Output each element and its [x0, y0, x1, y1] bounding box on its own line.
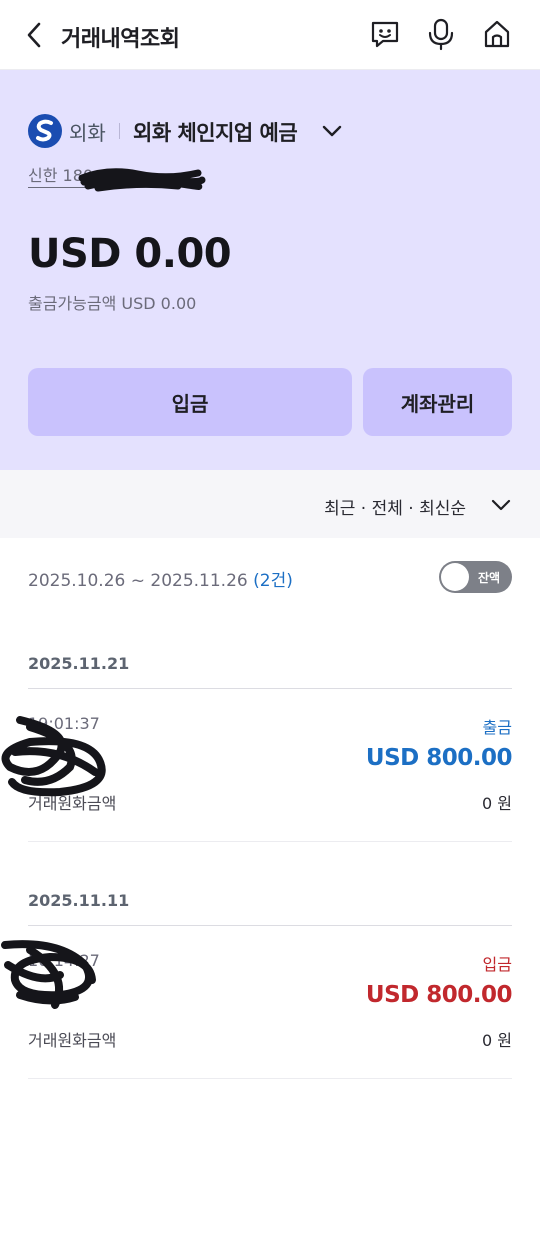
- chevron-down-icon[interactable]: [320, 121, 344, 145]
- krw-amount-value: 0 원: [482, 794, 512, 813]
- transaction-type: 입금: [482, 955, 512, 974]
- date-range: 2025.10.26 ~ 2025.11.26 (2건): [28, 566, 293, 591]
- date-header: 2025.11.21: [28, 654, 130, 673]
- shinhan-logo-icon: [28, 114, 62, 148]
- toggle-knob: [441, 563, 469, 591]
- redaction-scribble: [78, 168, 206, 192]
- divider: [28, 925, 512, 926]
- divider: [119, 123, 120, 139]
- redaction-scribble: [1, 716, 106, 797]
- date-header: 2025.11.11: [28, 891, 130, 910]
- top-bar: 거래내역조회: [0, 0, 540, 70]
- chat-icon[interactable]: [367, 16, 403, 52]
- filter-bar[interactable]: 최근 · 전체 · 최신순: [0, 470, 540, 538]
- krw-amount-value: 0 원: [482, 1031, 512, 1050]
- account-manage-button[interactable]: 계좌관리: [363, 368, 512, 436]
- divider: [28, 1078, 512, 1079]
- transaction-amount[interactable]: USD 800.00: [366, 745, 513, 771]
- available-amount: 출금가능금액 USD 0.00: [28, 294, 197, 313]
- home-icon[interactable]: [479, 16, 515, 52]
- balance-amount: USD 0.00: [28, 231, 232, 277]
- divider: [28, 841, 512, 842]
- transaction-count: (2건): [253, 571, 293, 591]
- page-title: 거래내역조회: [61, 27, 180, 52]
- redaction-scribble: [1, 940, 96, 1009]
- mic-icon[interactable]: [423, 16, 459, 52]
- filter-label[interactable]: 최근 · 전체 · 최신순: [324, 494, 466, 519]
- krw-amount-label: 거래원화금액: [28, 1031, 117, 1050]
- chevron-down-icon[interactable]: [490, 496, 512, 518]
- account-product-name[interactable]: 외화 체인지업 예금: [133, 117, 298, 147]
- divider: [28, 688, 512, 689]
- date-range-text: 2025.10.26 ~ 2025.11.26: [28, 571, 254, 591]
- balance-toggle[interactable]: 잔액: [439, 561, 512, 593]
- transaction-amount[interactable]: USD 800.00: [366, 982, 513, 1008]
- transaction-type: 출금: [482, 718, 512, 737]
- deposit-button[interactable]: 입금: [28, 368, 352, 436]
- account-type-label: 외화: [69, 121, 106, 145]
- back-icon[interactable]: [18, 19, 50, 51]
- toggle-label: 잔액: [478, 571, 501, 585]
